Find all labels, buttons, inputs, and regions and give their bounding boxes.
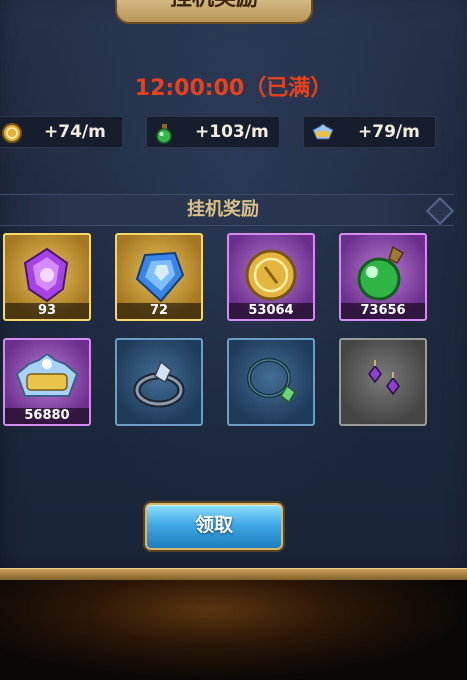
reward-slot-exp[interactable]: 56880 (3, 338, 91, 426)
rate-exp: +79/m (303, 116, 436, 148)
reward-count: 73656 (341, 303, 425, 319)
section-header: 挂机奖励 (0, 194, 455, 226)
reward-slot-gold-coin[interactable]: 53064 (227, 233, 315, 321)
ring-icon (133, 360, 185, 408)
idle-timer: 12:00:00（已满） (134, 76, 333, 101)
rate-gold-value: +74/m (44, 122, 106, 142)
reward-slot-blue-gem[interactable]: 72 (115, 233, 203, 321)
section-title: 挂机奖励 (187, 199, 259, 220)
exp-badge-icon (312, 123, 334, 140)
panel-title: 挂机奖励 (170, 0, 258, 11)
reward-count: 93 (5, 303, 89, 319)
reward-slot-ring[interactable] (115, 338, 203, 426)
reward-slot-amulet[interactable] (227, 338, 315, 426)
amulet-icon (247, 358, 296, 404)
reward-slot-green-potion[interactable]: 73656 (339, 233, 427, 321)
green-potion-icon (156, 124, 172, 144)
rate-potion: +103/m (146, 116, 280, 148)
reward-count: 56880 (5, 408, 89, 424)
background-scene (0, 580, 467, 680)
rate-exp-value: +79/m (358, 122, 420, 142)
claim-button[interactable]: 领取 (145, 503, 283, 550)
reward-count: 53064 (229, 303, 313, 319)
title-banner: 挂机奖励 (115, 0, 313, 24)
gold-coin-icon (2, 123, 22, 143)
earrings-icon (368, 360, 400, 396)
reward-slot-earrings[interactable] (339, 338, 427, 426)
reward-count: 72 (117, 303, 201, 319)
diamond-ornament-icon (425, 196, 455, 226)
rate-gold: +74/m (0, 116, 123, 148)
rate-potion-value: +103/m (195, 122, 269, 142)
reward-slot-purple-gem[interactable]: 93 (3, 233, 91, 321)
